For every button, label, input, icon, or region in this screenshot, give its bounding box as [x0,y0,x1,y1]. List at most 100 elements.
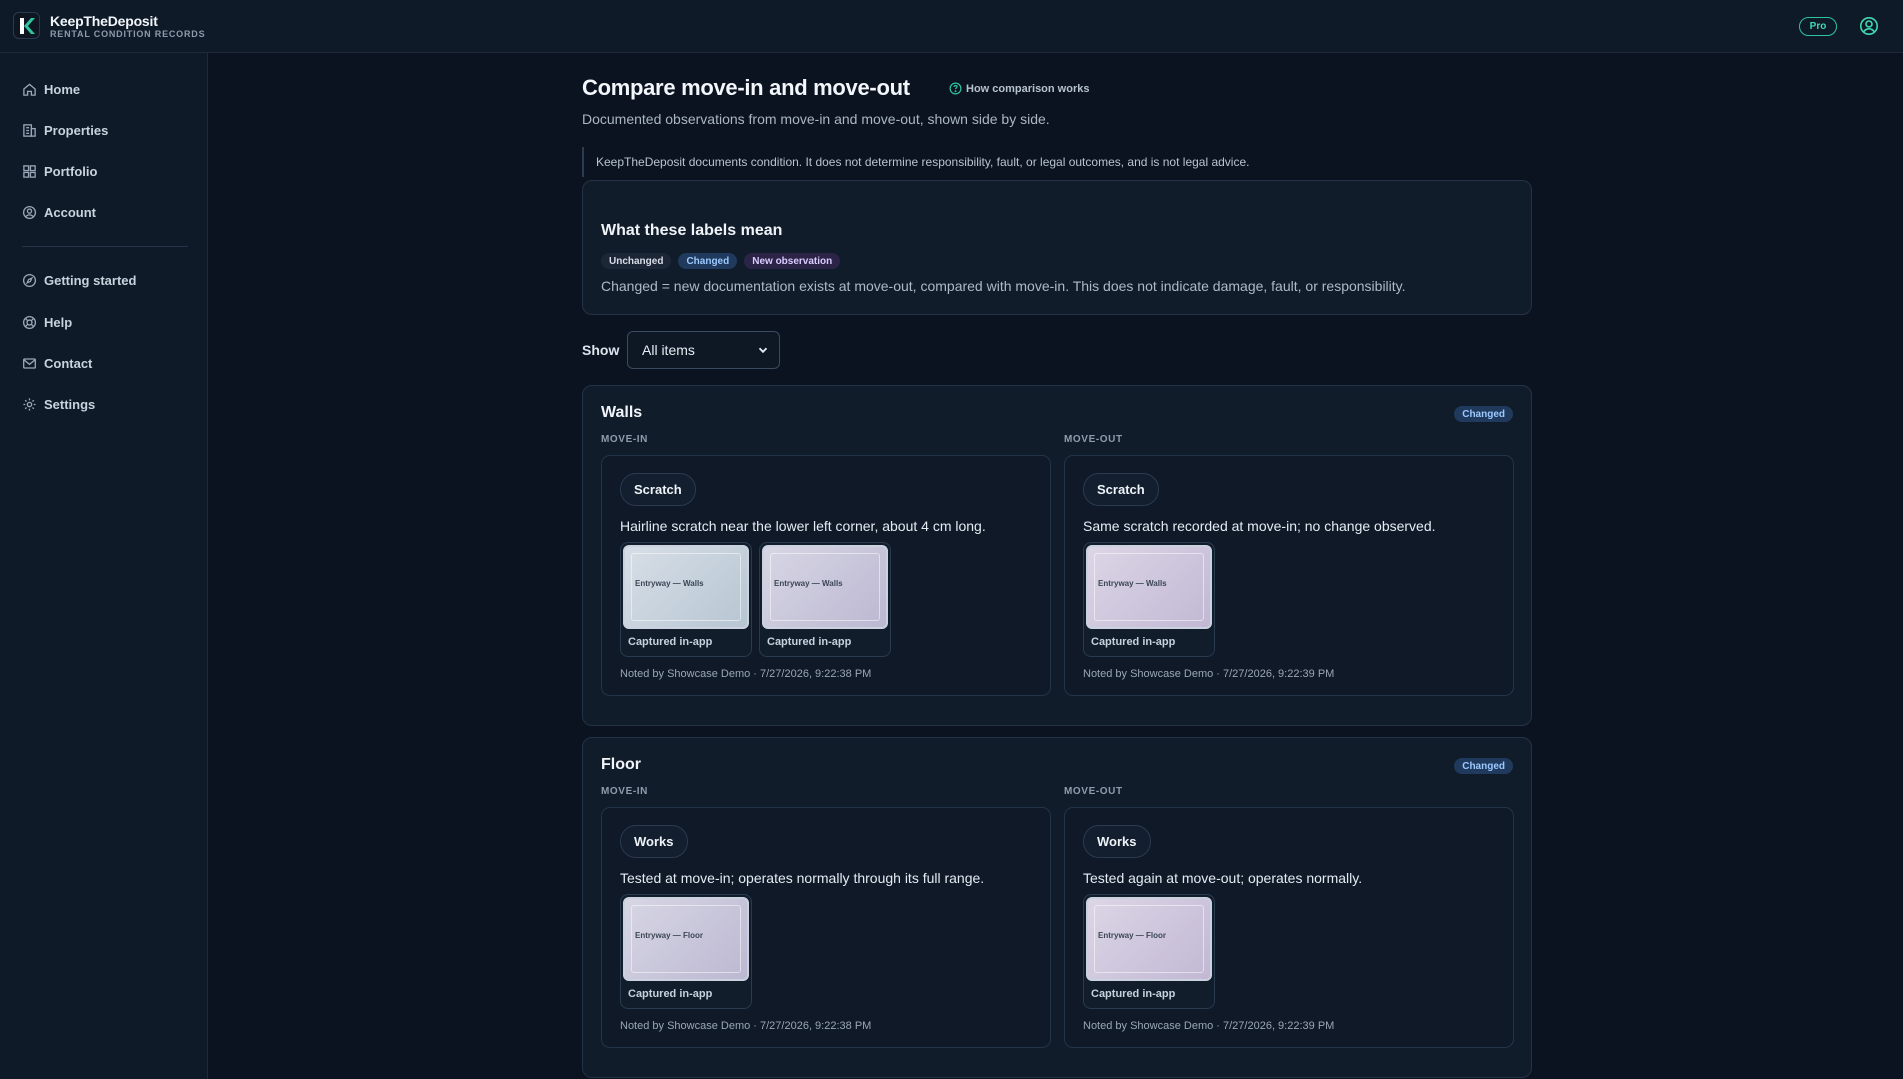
photo-thumbnail[interactable]: Entryway — Walls [1086,545,1212,629]
mail-icon [23,357,36,369]
observation-text: Same scratch recorded at move-in; no cha… [1083,518,1436,534]
sidebar-item-label: Portfolio [44,163,98,179]
section-title: Floor [601,756,641,773]
move-out-observation-card: Scratch Same scratch recorded at move-in… [1064,455,1514,696]
compass-icon [22,273,37,287]
user-circle-icon [22,205,37,219]
grid-icon [23,164,36,178]
top-bar: KeepTheDeposit RENTAL CONDITION RECORDS … [0,0,1903,53]
sidebar-divider [22,246,188,247]
brand-name: KeepTheDeposit [50,13,158,29]
thumbnail-title: Entryway — Walls [1098,579,1167,588]
sidebar-item-label: Home [44,81,81,97]
sidebar-item-label: Help [44,314,73,330]
noted-by-text: Noted by Showcase Demo · 7/27/2026, 9:22… [1083,668,1335,680]
photo-list: Entryway — Floor Captured in-app [620,894,752,1009]
noted-by-text: Noted by Showcase Demo · 7/27/2026, 9:22… [620,1020,872,1032]
unchanged-chip: Unchanged [601,253,672,269]
sidebar-item-properties[interactable]: Properties [22,119,108,141]
filter-selected-value: All items [642,342,695,358]
legal-disclaimer: KeepTheDeposit documents condition. It d… [582,147,1532,177]
gear-icon [23,397,36,411]
photo-card[interactable]: Entryway — Walls Captured in-app [759,542,891,657]
photo-caption: Captured in-app [628,988,713,1000]
noted-by-text: Noted by Showcase Demo · 7/27/2026, 9:22… [620,668,872,680]
photo-thumbnail[interactable]: Entryway — Floor [1086,897,1212,981]
labels-legend-card: What these labels mean Unchanged Changed… [582,180,1532,315]
move-in-label: MOVE-IN [601,434,648,445]
sidebar-item-label: Settings [44,396,96,412]
disclaimer-text: KeepTheDeposit documents condition. It d… [596,155,1250,169]
photo-list: Entryway — Floor Captured in-app [1083,894,1215,1009]
photo-card[interactable]: Entryway — Floor Captured in-app [1083,894,1215,1009]
photo-thumbnail[interactable]: Entryway — Floor [623,897,749,981]
sidebar-item-contact[interactable]: Contact [22,352,92,374]
brand-logo[interactable] [13,12,40,39]
photo-thumbnail[interactable]: Entryway — Walls [762,545,888,629]
chevron-down-icon [758,347,768,354]
page-title: Compare move-in and move-out [582,75,910,100]
photo-list: Entryway — Walls Captured in-app [1083,542,1215,657]
photo-card[interactable]: Entryway — Floor Captured in-app [620,894,752,1009]
sidebar-item-account[interactable]: Account [22,201,96,223]
condition-chip: Works [620,825,688,858]
sidebar-item-portfolio[interactable]: Portfolio [22,160,97,182]
photo-list: Entryway — Walls Captured in-app Entrywa… [620,542,891,657]
condition-chip: Scratch [620,473,696,506]
photo-card[interactable]: Entryway — Walls Captured in-app [620,542,752,657]
thumbnail-title: Entryway — Walls [635,579,704,588]
photo-card[interactable]: Entryway — Walls Captured in-app [1083,542,1215,657]
sidebar: Home Properties Portfolio Account Gettin… [0,53,208,1079]
sidebar-item-home[interactable]: Home [22,78,80,100]
pro-plan-badge[interactable]: Pro [1799,17,1837,36]
move-out-label: MOVE-OUT [1064,434,1123,445]
building-icon [23,123,36,137]
condition-chip: Works [1083,825,1151,858]
status-badge: Changed [1454,758,1513,774]
photo-caption: Captured in-app [1091,988,1176,1000]
logo-k-icon [19,17,35,34]
photo-caption: Captured in-app [628,636,713,648]
move-in-label: MOVE-IN [601,786,648,797]
status-badge: Changed [1454,406,1513,422]
filter-select[interactable]: All items [627,331,780,369]
lifebuoy-icon [22,315,37,329]
sidebar-item-label: Contact [44,355,93,371]
move-out-observation-card: Works Tested again at move-out; operates… [1064,807,1514,1048]
sidebar-item-label: Properties [44,122,109,138]
sidebar-item-settings[interactable]: Settings [22,393,95,415]
thumbnail-title: Entryway — Floor [635,931,704,940]
how-comparison-works-link[interactable]: How comparison works [949,82,1089,95]
thumbnail-title: Entryway — Floor [1098,931,1167,940]
sidebar-item-label: Getting started [44,272,137,288]
new-observation-chip: New observation [744,253,841,269]
help-circle-icon [949,82,962,95]
page-subtitle: Documented observations from move-in and… [582,111,1050,127]
move-out-label: MOVE-OUT [1064,786,1123,797]
noted-by-text: Noted by Showcase Demo · 7/27/2026, 9:22… [1083,1020,1335,1032]
section-floor: Floor Changed MOVE-IN MOVE-OUT Works Tes… [582,737,1532,1078]
how-link-label: How comparison works [966,82,1090,95]
condition-chip: Scratch [1083,473,1159,506]
sidebar-item-label: Account [44,204,96,220]
filter-label: Show [582,342,620,358]
home-icon [23,82,36,96]
sidebar-item-getting-started[interactable]: Getting started [22,269,136,291]
section-walls: Walls Changed MOVE-IN MOVE-OUT Scratch H… [582,385,1532,726]
label-chips: Unchanged Changed New observation [601,253,841,269]
move-in-observation-card: Scratch Hairline scratch near the lower … [601,455,1051,696]
photo-thumbnail[interactable]: Entryway — Walls [623,545,749,629]
section-title: Walls [601,404,643,421]
observation-text: Tested again at move-out; operates norma… [1083,870,1363,886]
move-in-observation-card: Works Tested at move-in; operates normal… [601,807,1051,1048]
observation-text: Tested at move-in; operates normally thr… [620,870,985,886]
observation-text: Hairline scratch near the lower left cor… [620,518,986,534]
changed-chip: Changed [678,253,738,269]
brand-tagline: RENTAL CONDITION RECORDS [50,29,206,39]
labels-description: Changed = new documentation exists at mo… [601,278,1406,294]
photo-caption: Captured in-app [1091,636,1176,648]
sidebar-item-help[interactable]: Help [22,311,72,333]
photo-caption: Captured in-app [767,636,852,648]
thumbnail-title: Entryway — Walls [774,579,843,588]
user-account-icon[interactable] [1859,16,1879,36]
